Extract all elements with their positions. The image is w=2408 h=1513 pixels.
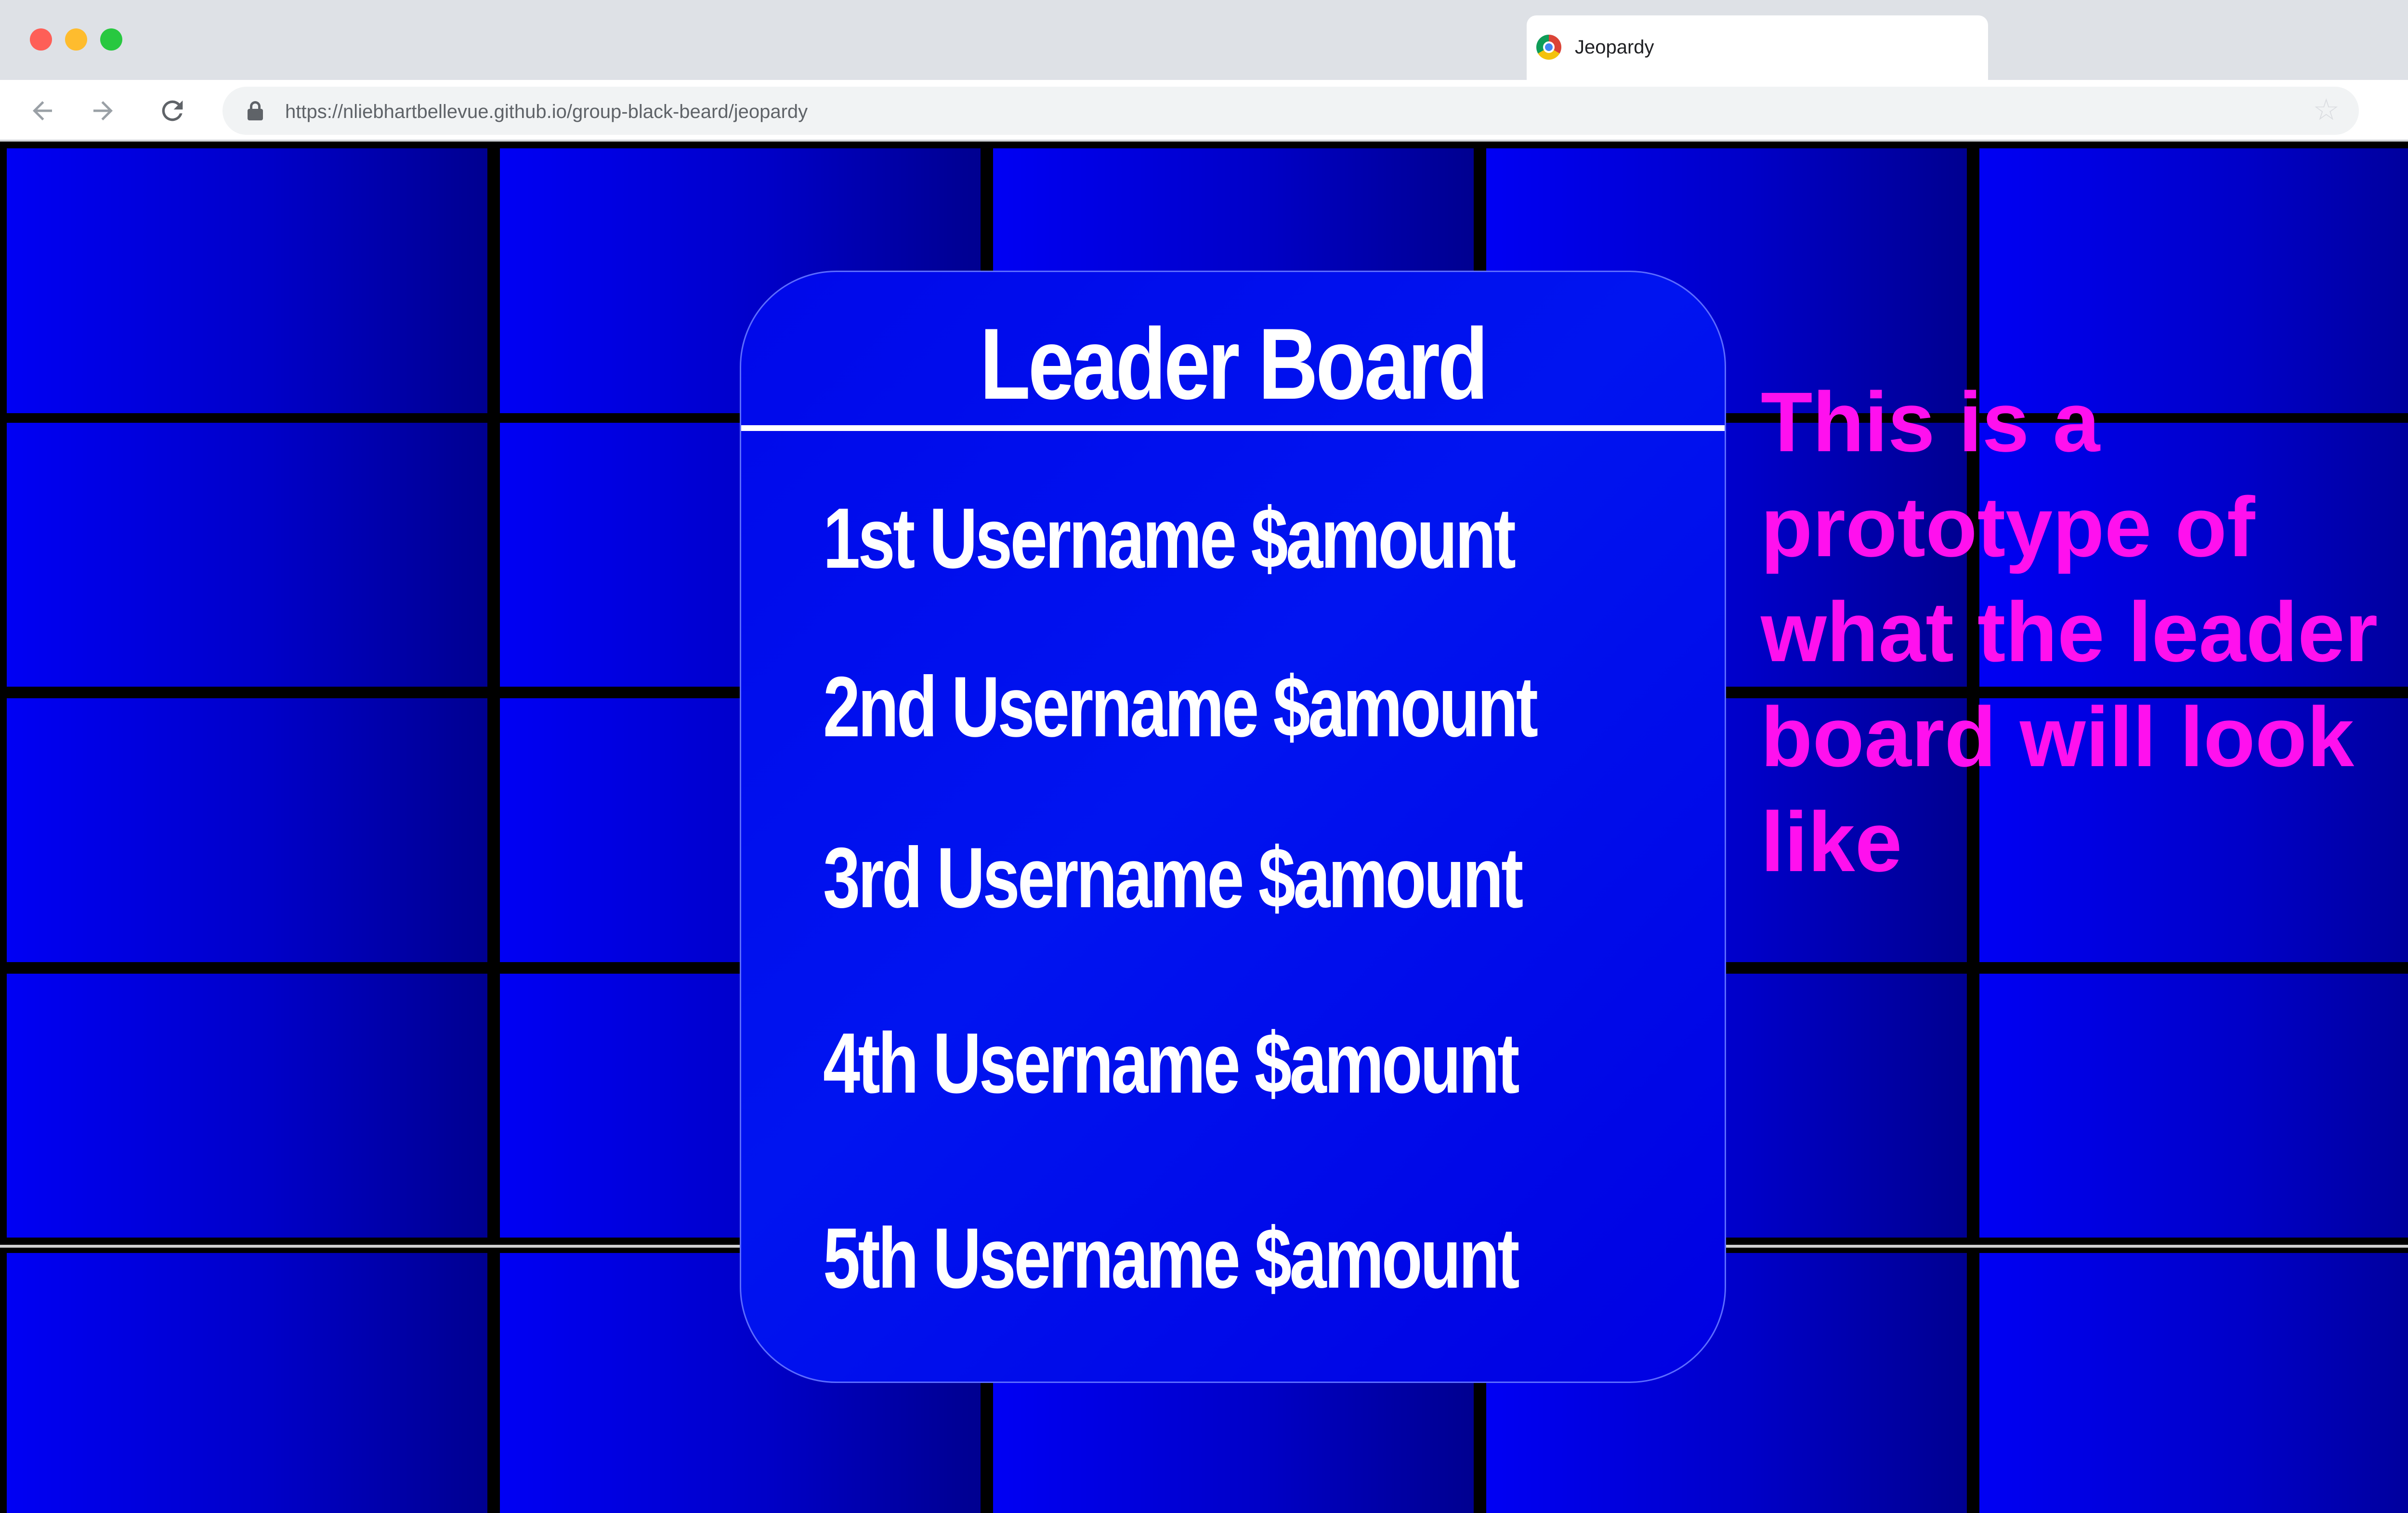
leader-entry-1: 1st Username $amount <box>823 490 1516 586</box>
arrow-forward-icon[interactable] <box>83 91 123 131</box>
jeopardy-board: Leader Board 1st Username $amount 2nd Us… <box>0 143 2408 1513</box>
chrome-favicon-icon <box>1536 35 1561 60</box>
leader-entry-3: 3rd Username $amount <box>823 830 1523 926</box>
tab-title: Jeopardy <box>1575 37 1654 58</box>
browser-toolbar: https://nliebhartbellevue.github.io/grou… <box>0 80 2408 142</box>
title-divider <box>741 425 1725 431</box>
browser-titlebar: Jeopardy <box>0 0 2408 80</box>
board-tile[interactable] <box>7 974 487 1238</box>
board-tile[interactable] <box>1979 974 2408 1238</box>
leader-entry-5: 5th Username $amount <box>823 1210 1519 1306</box>
board-tile[interactable] <box>1979 1253 2408 1513</box>
leader-board-panel: Leader Board 1st Username $amount 2nd Us… <box>740 271 1726 1383</box>
lock-icon[interactable] <box>248 101 263 120</box>
arrow-back-icon[interactable] <box>22 91 63 131</box>
star-icon[interactable]: ☆ <box>2313 95 2340 125</box>
board-tile[interactable] <box>7 698 487 962</box>
minimize-window-button[interactable] <box>65 28 87 51</box>
board-tile[interactable] <box>7 423 487 687</box>
leader-entry-4: 4th Username $amount <box>823 1015 1519 1111</box>
prototype-annotation: This is a prototype of what the leader b… <box>1761 375 2378 889</box>
board-tile[interactable] <box>7 1253 487 1513</box>
url-text[interactable]: https://nliebhartbellevue.github.io/grou… <box>285 101 808 123</box>
close-window-button[interactable] <box>30 28 52 51</box>
reload-icon[interactable] <box>152 91 193 131</box>
browser-tab[interactable]: Jeopardy <box>1527 15 1988 80</box>
address-bar[interactable]: https://nliebhartbellevue.github.io/grou… <box>222 87 2359 135</box>
board-tile[interactable] <box>7 148 487 413</box>
maximize-window-button[interactable] <box>100 28 122 51</box>
leader-entry-2: 2nd Username $amount <box>823 659 1538 755</box>
leader-board-title: Leader Board <box>980 307 1488 420</box>
